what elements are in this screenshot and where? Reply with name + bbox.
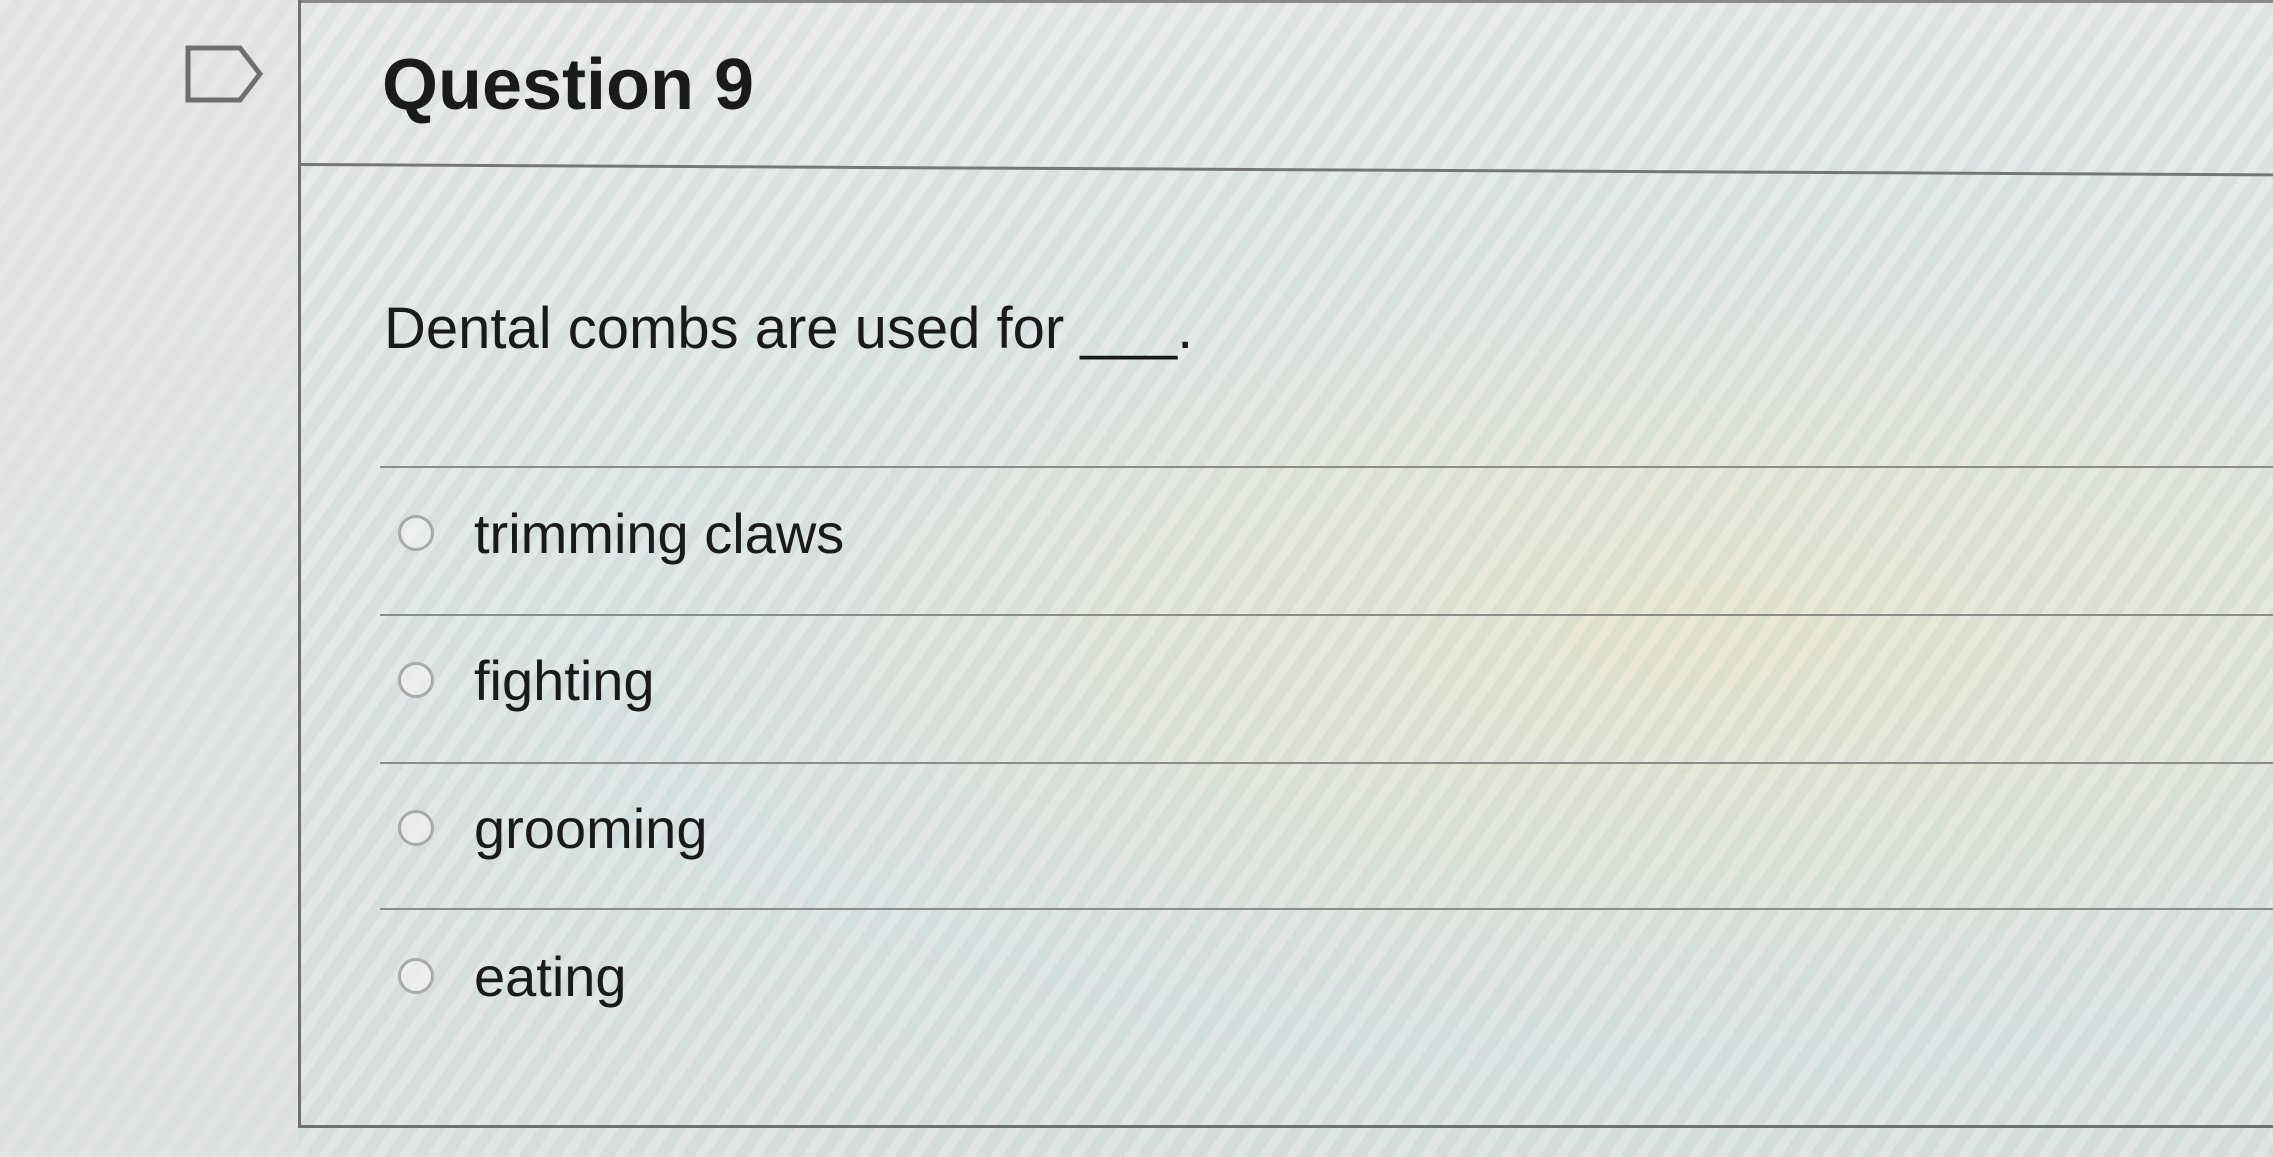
- answer-option-grooming[interactable]: grooming: [398, 793, 707, 863]
- answer-option-eating[interactable]: eating: [398, 941, 627, 1011]
- answer-option-trimming-claws[interactable]: trimming claws: [398, 498, 844, 568]
- divider: [380, 762, 2273, 764]
- divider: [380, 614, 2273, 616]
- radio-button-icon[interactable]: [398, 810, 434, 846]
- flag-icon[interactable]: [184, 44, 264, 104]
- option-label: trimming claws: [474, 501, 845, 565]
- left-gutter: [0, 0, 298, 1157]
- divider: [380, 466, 2273, 468]
- option-label: eating: [474, 944, 627, 1008]
- radio-button-icon[interactable]: [398, 515, 434, 551]
- radio-button-icon[interactable]: [398, 958, 434, 994]
- option-label: grooming: [474, 796, 708, 860]
- answer-option-fighting[interactable]: fighting: [398, 645, 655, 715]
- question-title: Question 9: [382, 45, 755, 125]
- question-text: Dental combs are used for ___.: [384, 296, 1194, 361]
- option-label: fighting: [474, 648, 655, 712]
- divider: [380, 908, 2273, 910]
- radio-button-icon[interactable]: [398, 662, 434, 698]
